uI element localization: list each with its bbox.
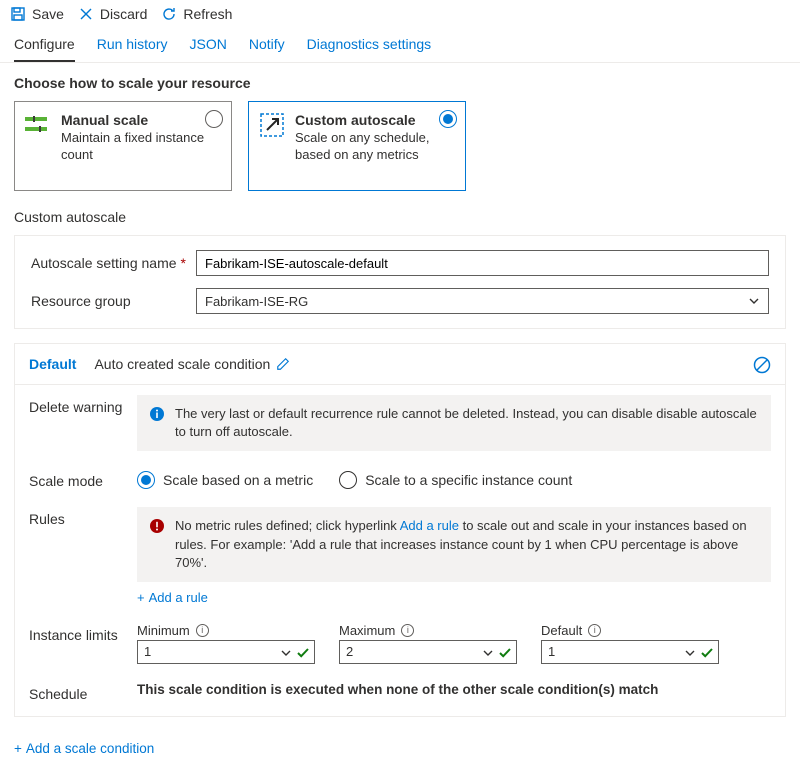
instance-limits-label: Instance limits <box>29 623 137 643</box>
discard-button[interactable]: Discard <box>78 6 147 22</box>
tab-run-history[interactable]: Run history <box>97 30 168 62</box>
tab-configure[interactable]: Configure <box>14 30 75 62</box>
check-icon <box>296 646 310 660</box>
resource-group-dropdown[interactable]: Fabrikam-ISE-RG <box>196 288 769 314</box>
discard-icon <box>78 6 94 22</box>
info-icon[interactable]: i <box>196 624 209 637</box>
scale-mode-group: Scale based on a metric Scale to a speci… <box>137 469 771 489</box>
edit-icon[interactable] <box>276 357 290 371</box>
delete-warning-label: Delete warning <box>29 395 137 415</box>
save-label: Save <box>32 6 64 22</box>
tab-strip: Configure Run history JSON Notify Diagno… <box>0 24 800 63</box>
minimum-label: Minimum i <box>137 623 315 638</box>
delete-warning-text: The very last or default recurrence rule… <box>175 405 759 441</box>
maximum-label: Maximum i <box>339 623 517 638</box>
manual-scale-radio[interactable] <box>205 110 223 128</box>
top-toolbar: Save Discard Refresh <box>0 0 800 24</box>
plus-icon: + <box>14 741 22 756</box>
delete-warning-banner: The very last or default recurrence rule… <box>137 395 771 451</box>
custom-autoscale-subheading: Custom autoscale <box>0 209 800 235</box>
add-a-rule-inline-link[interactable]: Add a rule <box>400 518 459 533</box>
instance-limits-group: Minimum i 1 Maximum i <box>137 623 771 664</box>
refresh-label: Refresh <box>183 6 232 22</box>
info-icon <box>149 406 165 422</box>
info-icon[interactable]: i <box>588 624 601 637</box>
resource-group-label: Resource group <box>31 293 196 309</box>
scale-option-row: Manual scale Maintain a fixed instance c… <box>0 101 800 209</box>
rules-warning-text: No metric rules defined; click hyperlink… <box>175 517 759 572</box>
custom-autoscale-title: Custom autoscale <box>295 112 455 128</box>
custom-autoscale-card[interactable]: Custom autoscale Scale on any schedule, … <box>248 101 466 191</box>
radio-icon <box>137 471 155 489</box>
manual-scale-title: Manual scale <box>61 112 221 128</box>
scale-condition-panel: Default Auto created scale condition Del… <box>14 343 786 717</box>
tab-diagnostics[interactable]: Diagnostics settings <box>307 30 432 62</box>
add-scale-condition-link[interactable]: + Add a scale condition <box>0 731 800 766</box>
rules-label: Rules <box>29 507 137 527</box>
refresh-icon <box>161 6 177 22</box>
rules-warning-banner: No metric rules defined; click hyperlink… <box>137 507 771 582</box>
warning-icon <box>149 518 165 534</box>
tab-json[interactable]: JSON <box>190 30 227 62</box>
chevron-down-icon <box>482 647 494 659</box>
radio-icon <box>339 471 357 489</box>
default-input[interactable]: 1 <box>541 640 719 664</box>
schedule-label: Schedule <box>29 682 137 702</box>
check-icon <box>498 646 512 660</box>
resource-group-value: Fabrikam-ISE-RG <box>205 294 308 309</box>
setting-name-input[interactable] <box>196 250 769 276</box>
custom-autoscale-desc: Scale on any schedule, based on any metr… <box>295 130 455 164</box>
save-icon <box>10 6 26 22</box>
manual-scale-desc: Maintain a fixed instance count <box>61 130 221 164</box>
add-a-rule-link[interactable]: + Add a rule <box>137 590 771 605</box>
deny-icon[interactable] <box>753 356 771 374</box>
chevron-down-icon <box>280 647 292 659</box>
choose-heading: Choose how to scale your resource <box>0 63 800 101</box>
custom-autoscale-radio[interactable] <box>439 110 457 128</box>
manual-scale-card[interactable]: Manual scale Maintain a fixed instance c… <box>14 101 232 191</box>
plus-icon: + <box>137 590 145 605</box>
setting-name-label: Autoscale setting name* <box>31 255 196 271</box>
custom-autoscale-icon <box>259 112 285 138</box>
refresh-button[interactable]: Refresh <box>161 6 232 22</box>
panel-title: Default <box>29 356 76 372</box>
panel-header: Default Auto created scale condition <box>15 344 785 385</box>
tab-notify[interactable]: Notify <box>249 30 285 62</box>
required-asterisk: * <box>181 255 186 271</box>
maximum-input[interactable]: 2 <box>339 640 517 664</box>
scale-mode-count-option[interactable]: Scale to a specific instance count <box>339 471 572 489</box>
save-button[interactable]: Save <box>10 6 64 22</box>
discard-label: Discard <box>100 6 147 22</box>
manual-scale-icon <box>25 112 51 138</box>
chevron-down-icon <box>684 647 696 659</box>
check-icon <box>700 646 714 660</box>
panel-subtitle: Auto created scale condition <box>94 356 290 372</box>
info-icon[interactable]: i <box>401 624 414 637</box>
chevron-down-icon <box>748 295 760 307</box>
schedule-text: This scale condition is executed when no… <box>137 682 771 697</box>
minimum-input[interactable]: 1 <box>137 640 315 664</box>
autoscale-form: Autoscale setting name* Resource group F… <box>14 235 786 329</box>
scale-mode-label: Scale mode <box>29 469 137 489</box>
scale-mode-metric-option[interactable]: Scale based on a metric <box>137 471 313 489</box>
default-label: Default i <box>541 623 719 638</box>
